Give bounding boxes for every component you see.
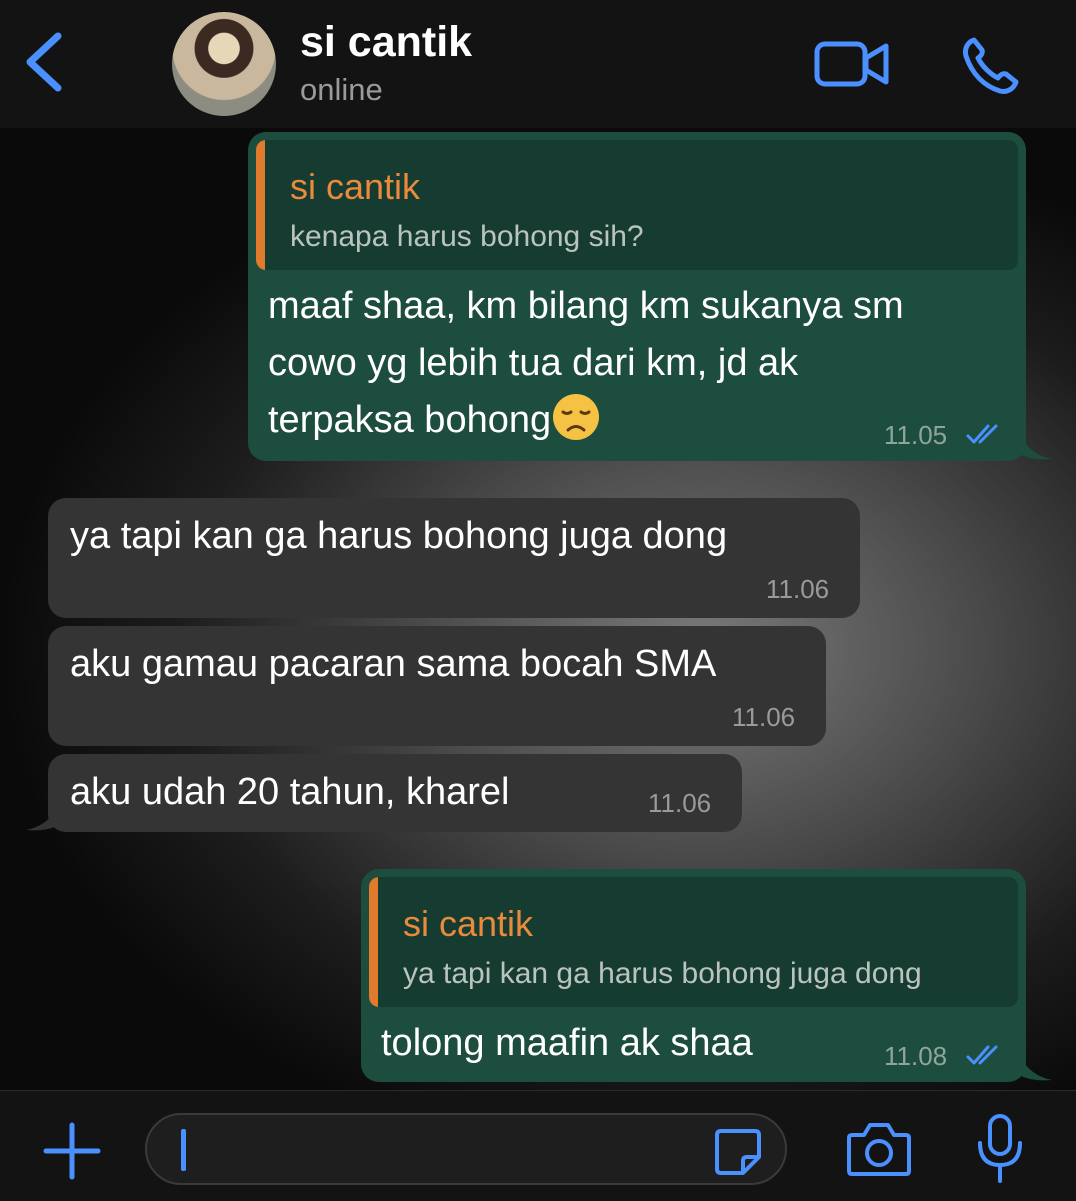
message-time: 11.06 [732,702,796,732]
double-check-icon [966,1045,998,1065]
contact-name[interactable]: si cantik [300,18,472,67]
message-text: terpaksa bohong [268,399,552,441]
plus-icon[interactable] [42,1121,102,1181]
bubble-tail [26,792,62,831]
quote-sender: si cantik [403,903,534,944]
disappointed-face-emoji-icon [553,394,600,440]
camera-icon[interactable] [846,1121,912,1177]
text-caret [181,1129,186,1171]
outgoing-message[interactable]: si cantik kenapa harus bohong sih? maaf … [248,132,1052,461]
quote-text: ya tapi kan ga harus bohong juga dong [403,957,922,990]
message-text: aku udah 20 tahun, kharel [70,771,510,813]
sticker-icon[interactable] [713,1127,763,1177]
reply-quote[interactable]: si cantik kenapa harus bohong sih? [256,140,1018,270]
message-time: 11.05 [884,420,948,450]
message-text: ya tapi kan ga harus bohong juga dong [70,515,728,557]
message-time: 11.06 [766,574,830,604]
reply-quote[interactable]: si cantik ya tapi kan ga harus bohong ju… [369,877,1018,1007]
back-chevron-icon[interactable] [22,30,66,94]
quote-accent-bar [256,140,265,270]
message-line: maaf shaa, km bilang km sukanya sm [268,285,904,327]
message-time: 11.06 [648,788,712,818]
outgoing-message[interactable]: si cantik ya tapi kan ga harus bohong ju… [361,869,1052,1082]
message-text: aku gamau pacaran sama bocah SMA [70,643,717,685]
quote-text: kenapa harus bohong sih? [290,220,644,253]
message-time: 11.08 [884,1041,948,1071]
incoming-message[interactable]: ya tapi kan ga harus bohong juga dong 11… [48,498,860,618]
incoming-message[interactable]: aku udah 20 tahun, kharel 11.06 [26,754,742,832]
message-line: cowo yg lebih tua dari km, jd ak [268,342,799,384]
double-check-icon [966,424,998,444]
message-line: terpaksa bohong [268,392,601,449]
input-bar [0,1090,1076,1201]
incoming-message[interactable]: aku gamau pacaran sama bocah SMA 11.06 [48,626,826,746]
video-call-icon[interactable] [814,38,890,90]
quote-accent-bar [369,877,378,1007]
bubble-tail [1016,1042,1052,1081]
bubble-tail [1016,421,1052,460]
quote-sender: si cantik [290,166,421,207]
phone-icon[interactable] [960,36,1020,96]
chat-header: si cantik online [0,0,1076,129]
message-input[interactable] [145,1113,787,1185]
contact-status: online [300,72,383,107]
microphone-icon[interactable] [975,1113,1025,1185]
avatar[interactable] [172,12,276,116]
message-text: tolong maafin ak shaa [381,1022,753,1064]
